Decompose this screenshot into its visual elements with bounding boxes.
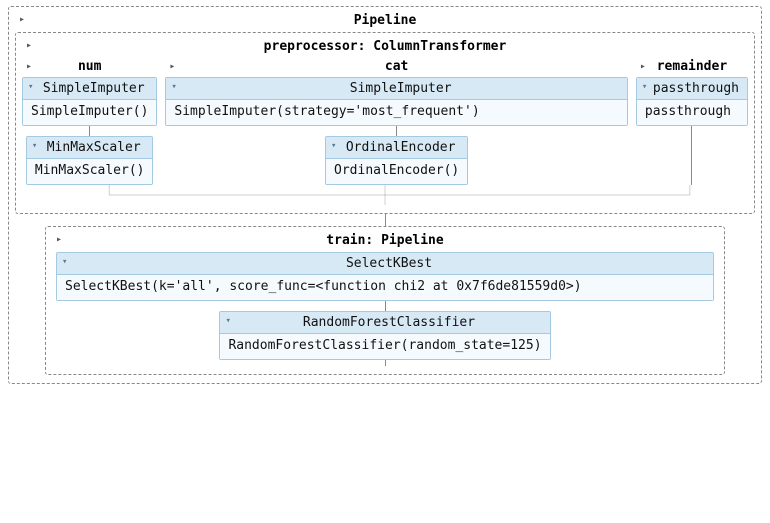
preprocessor-title: preprocessor: ColumnTransformer [264, 39, 507, 54]
join-connector [22, 185, 748, 205]
train-selectkbest-name: SelectKBest [346, 256, 432, 271]
cat-ordinalencoder-repr: OrdinalEncoder() [326, 159, 467, 184]
train-title-row: ▸ train: Pipeline [52, 231, 718, 252]
chevron-down-icon[interactable]: ▾ [225, 316, 230, 326]
cat-simpleimputer-header[interactable]: ▾ SimpleImputer [166, 78, 627, 100]
chevron-down-icon[interactable]: ▾ [642, 82, 647, 92]
remainder-toggle-icon[interactable]: ▸ [640, 61, 646, 72]
remainder-title-row: ▸ remainder [636, 58, 748, 77]
cat-simpleimputer-name: SimpleImputer [350, 81, 452, 96]
train-toggle-icon[interactable]: ▸ [56, 234, 62, 245]
between-stages-connector [15, 214, 755, 226]
cat-title-row: ▸ cat [165, 58, 628, 77]
remainder-column: ▸ remainder ▾ passthrough passthrough [636, 58, 748, 185]
num-toggle-icon[interactable]: ▸ [26, 61, 32, 72]
connector-line [385, 301, 386, 311]
connector-line [89, 126, 90, 136]
train-randomforest-name: RandomForestClassifier [303, 315, 475, 330]
cat-simpleimputer-repr: SimpleImputer(strategy='most_frequent') [166, 100, 627, 125]
num-minmaxscaler-name: MinMaxScaler [47, 140, 141, 155]
pipeline-title: Pipeline [354, 13, 417, 28]
num-simpleimputer-name: SimpleImputer [43, 81, 145, 96]
train-selectkbest-header[interactable]: ▾ SelectKBest [57, 253, 713, 275]
preprocessor-title-row: ▸ preprocessor: ColumnTransformer [22, 37, 748, 58]
connector-line [385, 214, 386, 226]
connector-line [396, 126, 397, 136]
train-randomforest-box: ▾ RandomForestClassifier RandomForestCla… [219, 311, 550, 360]
pipeline-title-row: ▸ Pipeline [15, 11, 755, 32]
num-simpleimputer-header[interactable]: ▾ SimpleImputer [23, 78, 156, 100]
remainder-passthrough-name: passthrough [653, 81, 739, 96]
cat-toggle-icon[interactable]: ▸ [169, 61, 175, 72]
cat-ordinalencoder-header[interactable]: ▾ OrdinalEncoder [326, 137, 467, 159]
remainder-passthrough-header[interactable]: ▾ passthrough [637, 78, 747, 100]
cat-ordinalencoder-box: ▾ OrdinalEncoder OrdinalEncoder() [325, 136, 468, 185]
cat-title: cat [385, 59, 408, 74]
connector-line [691, 126, 692, 185]
preprocessor-toggle-icon[interactable]: ▸ [26, 40, 32, 51]
pipeline-frame: ▸ Pipeline ▸ preprocessor: ColumnTransfo… [8, 6, 762, 384]
connector-line [385, 360, 386, 366]
chevron-down-icon[interactable]: ▾ [331, 141, 336, 151]
train-randomforest-header[interactable]: ▾ RandomForestClassifier [220, 312, 549, 334]
train-randomforest-repr: RandomForestClassifier(random_state=125) [220, 334, 549, 359]
remainder-passthrough-box: ▾ passthrough passthrough [636, 77, 748, 126]
num-column: ▸ num ▾ SimpleImputer SimpleImputer() ▾ [22, 58, 157, 185]
num-minmaxscaler-repr: MinMaxScaler() [27, 159, 153, 184]
chevron-down-icon[interactable]: ▾ [62, 257, 67, 267]
train-frame: ▸ train: Pipeline ▾ SelectKBest SelectKB… [45, 226, 725, 375]
chevron-down-icon[interactable]: ▾ [171, 82, 176, 92]
num-minmaxscaler-header[interactable]: ▾ MinMaxScaler [27, 137, 153, 159]
remainder-title: remainder [657, 59, 727, 74]
train-selectkbest-repr: SelectKBest(k='all', score_func=<functio… [57, 275, 713, 300]
chevron-down-icon[interactable]: ▾ [32, 141, 37, 151]
num-title: num [78, 59, 101, 74]
column-transformer-row: ▸ num ▾ SimpleImputer SimpleImputer() ▾ [22, 58, 748, 185]
num-minmaxscaler-box: ▾ MinMaxScaler MinMaxScaler() [26, 136, 154, 185]
chevron-down-icon[interactable]: ▾ [28, 82, 33, 92]
train-title: train: Pipeline [326, 233, 443, 248]
preprocessor-frame: ▸ preprocessor: ColumnTransformer ▸ num … [15, 32, 755, 214]
pipeline-toggle-icon[interactable]: ▸ [19, 14, 25, 25]
cat-column: ▸ cat ▾ SimpleImputer SimpleImputer(stra… [165, 58, 628, 185]
cat-ordinalencoder-name: OrdinalEncoder [346, 140, 456, 155]
remainder-passthrough-repr: passthrough [637, 100, 747, 125]
train-selectkbest-box: ▾ SelectKBest SelectKBest(k='all', score… [56, 252, 714, 301]
cat-simpleimputer-box: ▾ SimpleImputer SimpleImputer(strategy='… [165, 77, 628, 126]
num-title-row: ▸ num [22, 58, 157, 77]
num-simpleimputer-box: ▾ SimpleImputer SimpleImputer() [22, 77, 157, 126]
num-simpleimputer-repr: SimpleImputer() [23, 100, 156, 125]
